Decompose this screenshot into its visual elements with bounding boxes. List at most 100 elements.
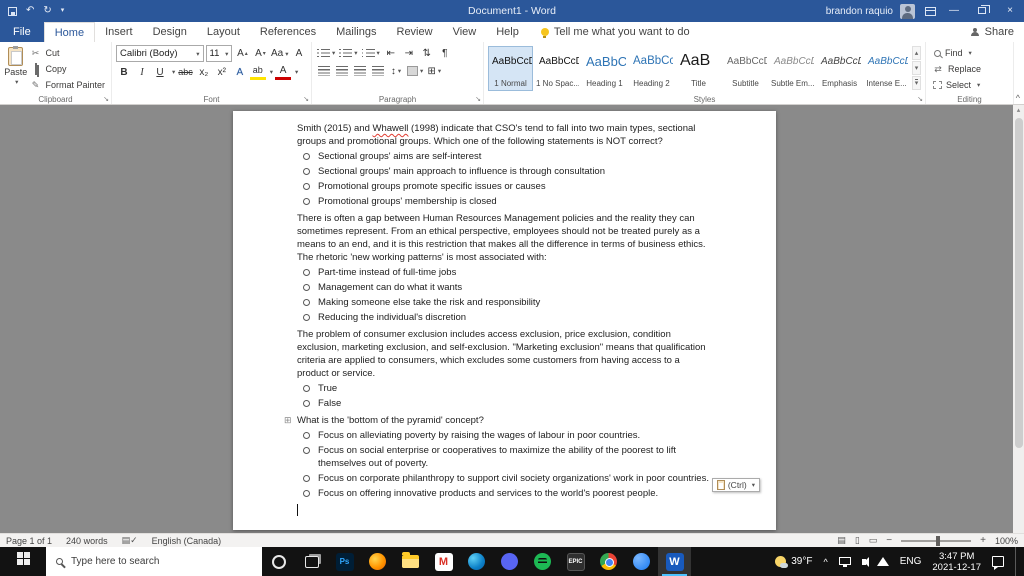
bold-button[interactable]: B xyxy=(116,64,132,80)
subscript-button[interactable]: x₂ xyxy=(196,64,212,80)
taskbar-icon-spotify[interactable] xyxy=(526,547,559,576)
paste-dropdown-icon[interactable]: ▾ xyxy=(15,78,18,86)
radio-button[interactable] xyxy=(303,399,310,407)
radio-button[interactable] xyxy=(303,298,310,306)
radio-button[interactable] xyxy=(303,384,310,392)
share-button[interactable]: Share xyxy=(971,22,1014,42)
paste-button[interactable]: Paste ▾ xyxy=(4,45,27,93)
taskbar-icon-photoshop[interactable]: Ps xyxy=(328,547,361,576)
style-card-7[interactable]: AaBbCcDd Emphasis xyxy=(817,46,862,91)
zoom-level[interactable]: 100% xyxy=(995,536,1018,546)
show-formatting-marks-button[interactable]: ¶ xyxy=(437,45,453,61)
taskbar-icon-epic-games[interactable]: EPIC xyxy=(559,547,592,576)
option-row[interactable]: Promotional groups promote specific issu… xyxy=(297,179,713,194)
radio-button[interactable] xyxy=(303,489,310,497)
underline-button[interactable]: U xyxy=(152,64,168,80)
taskbar-icon-file-explorer[interactable] xyxy=(394,547,427,576)
taskbar-icon-chrome[interactable] xyxy=(592,547,625,576)
start-button[interactable] xyxy=(0,547,46,576)
styles-scroll-down-button[interactable]: ▾ xyxy=(912,61,921,75)
radio-button[interactable] xyxy=(303,446,310,454)
scroll-up-arrow[interactable]: ▴ xyxy=(1013,105,1024,117)
highlight-button[interactable]: ab xyxy=(249,64,266,80)
taskbar-icon-cortana[interactable] xyxy=(262,547,295,576)
format-painter-button[interactable]: ✎ Format Painter xyxy=(27,77,107,93)
sort-button[interactable]: ⇅ xyxy=(419,45,435,61)
clock[interactable]: 3:47 PM 2021-12-17 xyxy=(932,551,981,573)
borders-button[interactable]: ⊞ ▾ xyxy=(426,63,442,79)
ribbon-display-options-icon[interactable] xyxy=(925,6,936,16)
zoom-slider[interactable] xyxy=(901,535,972,546)
taskbar-icon-word[interactable]: W xyxy=(658,547,691,576)
option-row[interactable]: Making someone else take the risk and re… xyxy=(297,295,713,310)
radio-button[interactable] xyxy=(303,313,310,321)
font-size-combobox[interactable]: 11 ▾ xyxy=(205,45,233,62)
zoom-in-button[interactable]: + xyxy=(980,535,986,546)
zoom-slider-handle[interactable] xyxy=(936,535,941,546)
align-left-button[interactable] xyxy=(316,63,332,79)
shrink-font-button[interactable]: A ▾ xyxy=(252,46,268,62)
tab-help[interactable]: Help xyxy=(486,22,529,42)
option-row[interactable]: Sectional groups' main approach to influ… xyxy=(297,164,713,179)
read-mode-button[interactable]: ▤ xyxy=(837,535,846,546)
cut-button[interactable]: ✂ Cut xyxy=(27,45,107,61)
font-size-dropdown-icon[interactable]: ▾ xyxy=(225,50,228,58)
grow-font-button[interactable]: A ▴ xyxy=(234,46,250,62)
font-name-combobox[interactable]: Calibri (Body) ▾ xyxy=(116,45,204,62)
font-color-dropdown-icon[interactable]: ▾ xyxy=(295,68,298,76)
tab-file[interactable]: File xyxy=(0,22,44,42)
justify-button[interactable] xyxy=(370,63,386,79)
minimize-button[interactable]: — xyxy=(940,0,968,22)
numbering-button[interactable]: ▾ xyxy=(338,45,358,61)
document-page[interactable]: Smith (2015) and Whawell (1998) indicate… xyxy=(233,111,776,530)
option-row[interactable]: Focus on offering innovative products an… xyxy=(297,486,713,501)
option-row[interactable]: Focus on social enterprise or cooperativ… xyxy=(297,443,713,471)
italic-button[interactable]: I xyxy=(134,64,150,80)
multilevel-list-button[interactable]: ▾ xyxy=(361,45,381,61)
display-tray-icon[interactable] xyxy=(838,556,851,567)
radio-button[interactable] xyxy=(303,197,310,205)
style-card-0[interactable]: AaBbCcDd 1 Normal xyxy=(488,46,533,91)
paste-options-button[interactable]: (Ctrl) ▾ xyxy=(711,478,760,492)
decrease-indent-button[interactable]: ⇤ xyxy=(383,45,399,61)
tell-me-box[interactable]: Tell me what you want to do xyxy=(540,22,690,42)
paragraph-dialog-launcher[interactable]: ↘ xyxy=(475,95,481,103)
option-row[interactable]: Part-time instead of full-time jobs xyxy=(297,265,713,280)
styles-dialog-launcher[interactable]: ↘ xyxy=(917,95,923,103)
taskbar-icon-gmail[interactable]: M xyxy=(427,547,460,576)
taskbar-icon-edge[interactable] xyxy=(460,547,493,576)
copy-button[interactable]: Copy xyxy=(27,61,107,77)
radio-button[interactable] xyxy=(303,431,310,439)
web-layout-button[interactable]: ▭ xyxy=(869,535,878,546)
tab-view[interactable]: View xyxy=(443,22,487,42)
save-icon[interactable] xyxy=(8,6,17,16)
shading-button[interactable]: ▾ xyxy=(406,63,424,79)
radio-button[interactable] xyxy=(303,474,310,482)
clipboard-dialog-launcher[interactable]: ↘ xyxy=(103,95,109,103)
scrollbar-thumb[interactable] xyxy=(1014,118,1023,448)
increase-indent-button[interactable]: ⇥ xyxy=(401,45,417,61)
option-row[interactable]: Sectional groups' aims are self-interest xyxy=(297,149,713,164)
undo-button[interactable]: ↶ xyxy=(26,0,34,22)
style-card-6[interactable]: AaBbCcDd Subtle Em... xyxy=(770,46,815,91)
option-row[interactable]: Management can do what it wants xyxy=(297,280,713,295)
redo-button[interactable]: ↻ xyxy=(43,0,51,22)
radio-button[interactable] xyxy=(303,268,310,276)
tray-overflow-button[interactable]: ^ xyxy=(823,557,827,567)
proofing-status-icon[interactable]: ▤✓ xyxy=(122,535,138,546)
network-tray-icon[interactable] xyxy=(876,557,889,566)
radio-button[interactable] xyxy=(303,182,310,190)
move-anchor-icon[interactable]: ⊞ xyxy=(284,414,292,427)
clear-formatting-button[interactable]: A xyxy=(291,46,307,62)
superscript-button[interactable]: x² xyxy=(214,64,230,80)
font-color-button[interactable]: A xyxy=(275,64,292,80)
show-desktop-button[interactable] xyxy=(1015,547,1020,576)
style-card-4[interactable]: AaB Title xyxy=(676,46,721,91)
font-name-dropdown-icon[interactable]: ▾ xyxy=(196,50,199,58)
strikethrough-button[interactable]: abc xyxy=(177,64,194,80)
align-right-button[interactable] xyxy=(352,63,368,79)
qat-customize-button[interactable]: ▾ xyxy=(61,0,65,22)
language-indicator[interactable]: English (Canada) xyxy=(152,536,222,546)
style-card-5[interactable]: AaBbCcD Subtitle xyxy=(723,46,768,91)
select-button[interactable]: Select ▾ xyxy=(930,77,1009,93)
